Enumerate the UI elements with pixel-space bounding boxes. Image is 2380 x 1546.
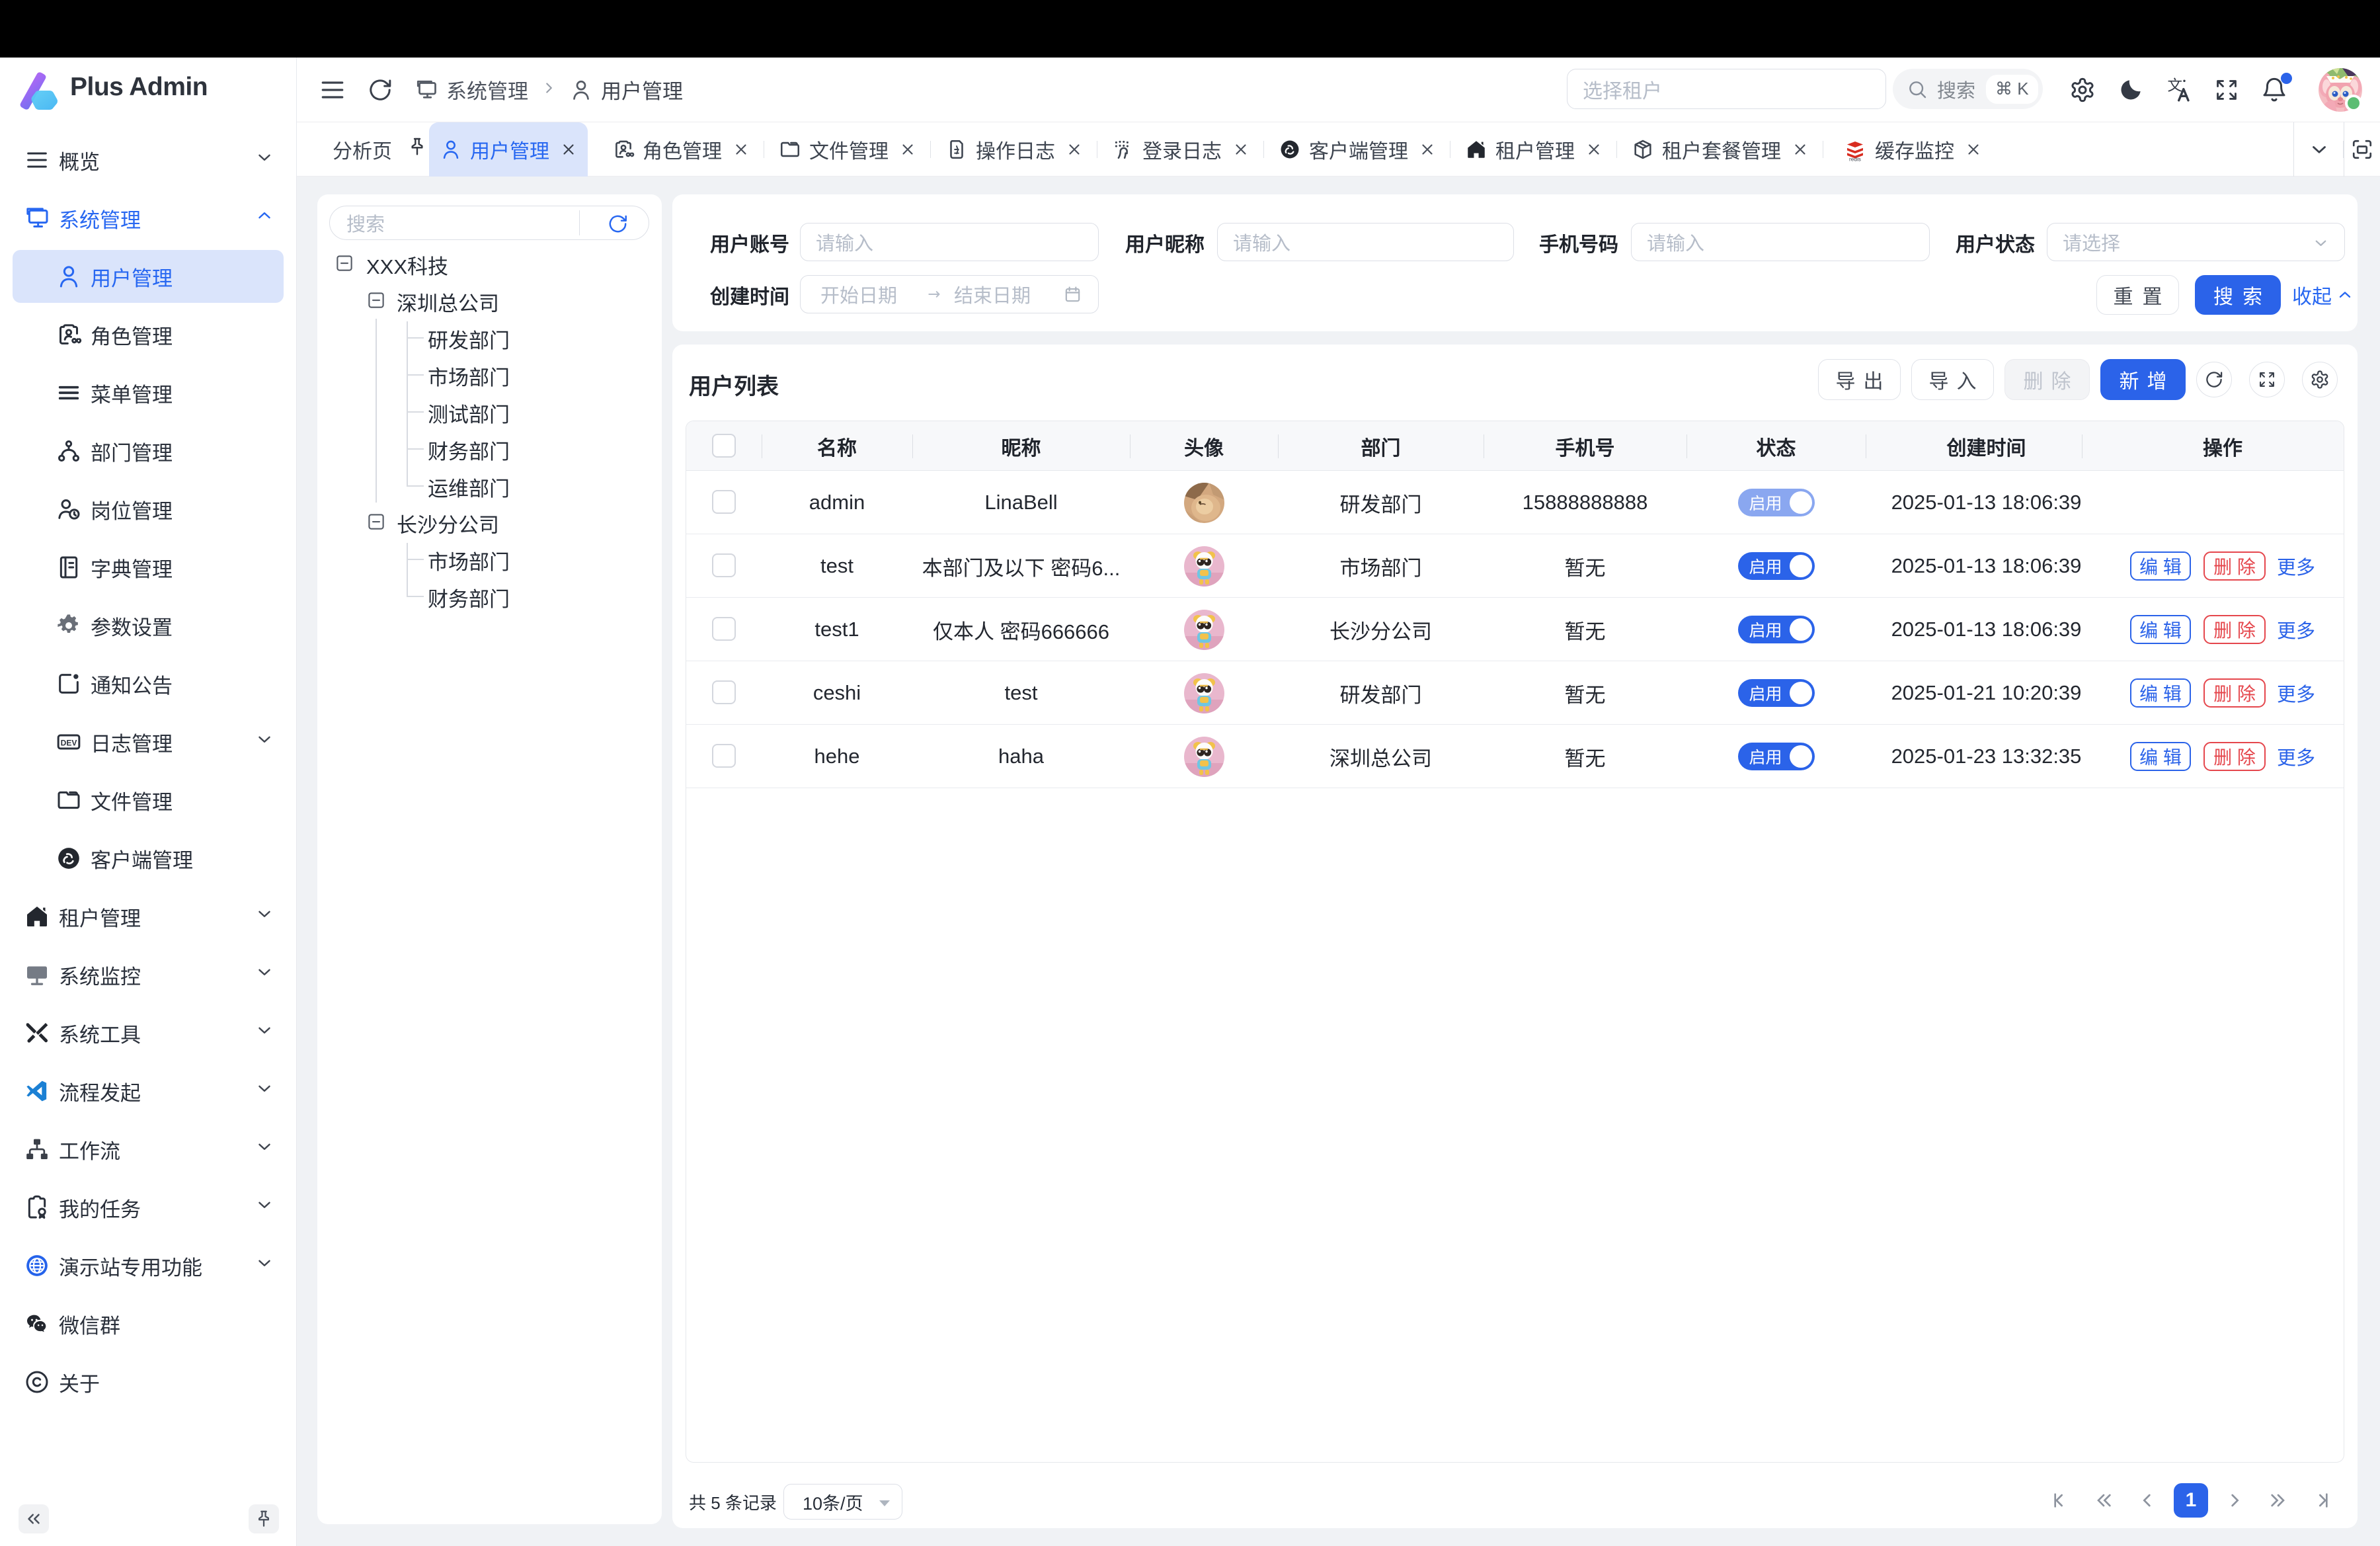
svg-text:DEV: DEV bbox=[61, 738, 77, 747]
svg-text:redis: redis bbox=[1849, 156, 1861, 161]
svg-text:文: 文 bbox=[2168, 77, 2183, 93]
